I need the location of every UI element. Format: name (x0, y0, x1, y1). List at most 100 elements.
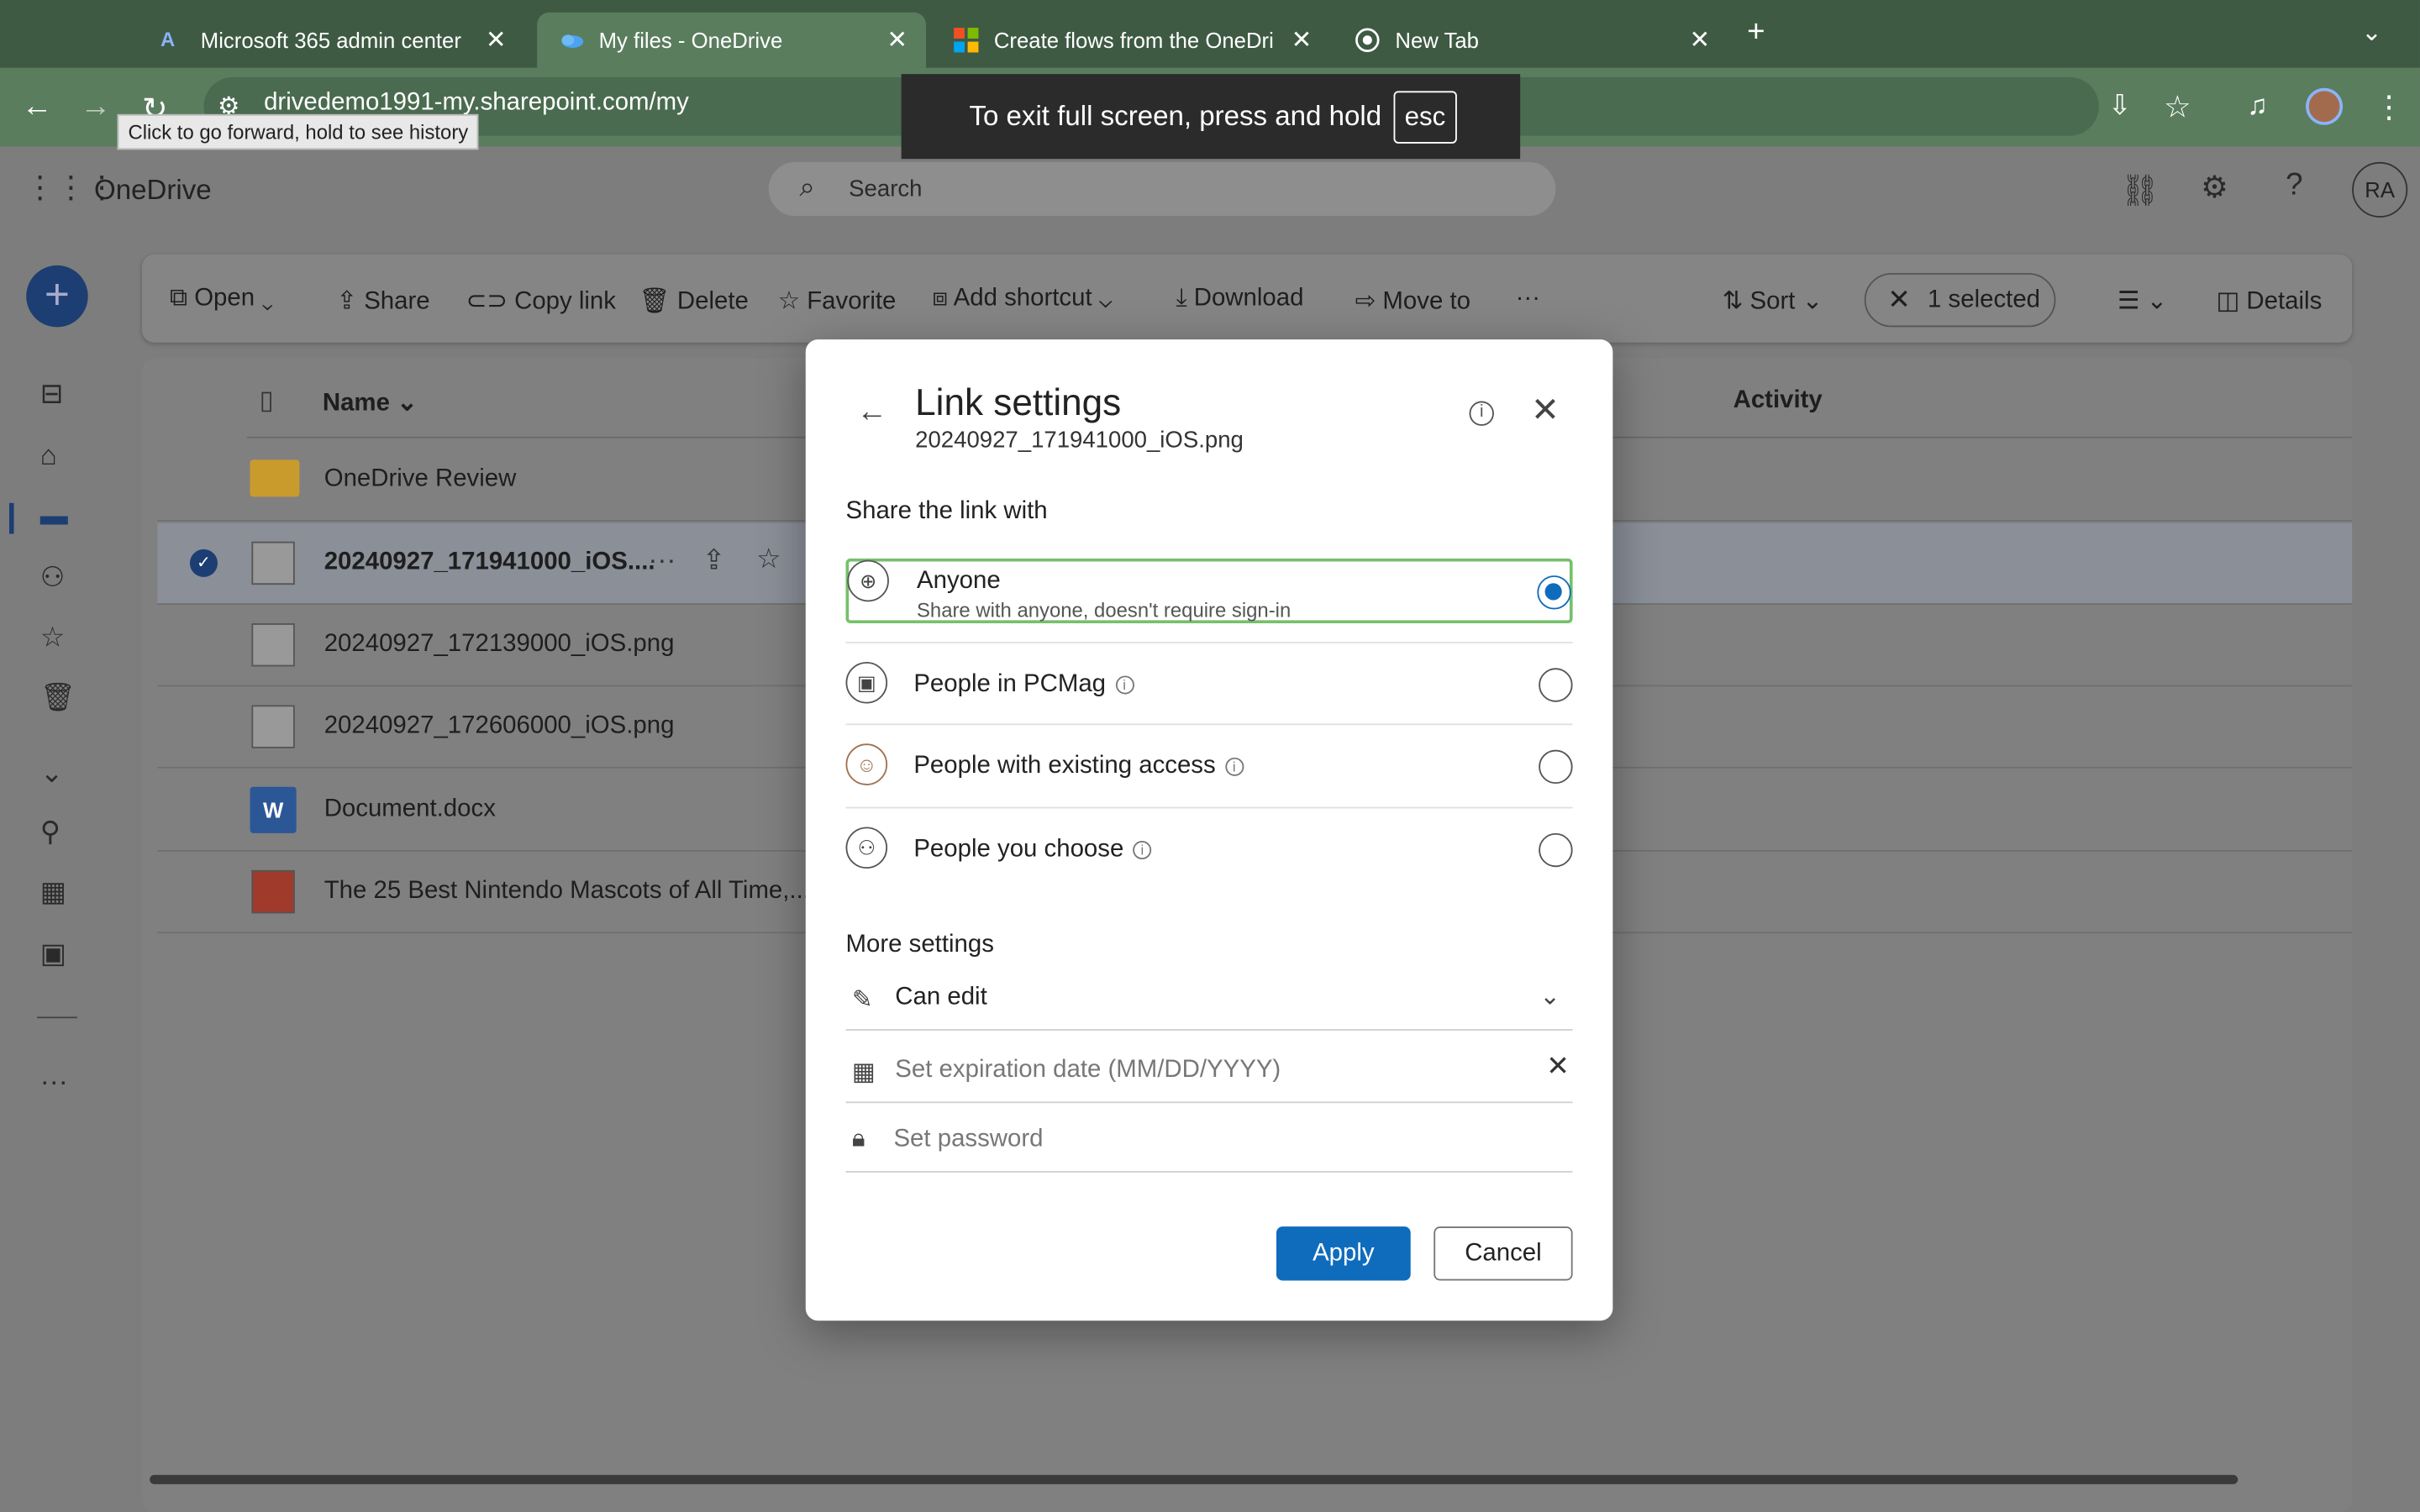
horizontal-scrollbar[interactable] (150, 1474, 2238, 1484)
settings-gear-icon[interactable]: ⚙ (2201, 168, 2228, 207)
option-people-in-org[interactable]: ▣ People in PCMag i (845, 653, 1573, 717)
chrome-menu-icon[interactable]: ⋮ (2374, 88, 2405, 127)
file-name[interactable]: The 25 Best Nintendo Mascots of All Time… (324, 878, 810, 906)
clear-date-icon[interactable]: ✕ (1546, 1051, 1570, 1084)
more-apps-icon[interactable]: ··· (40, 1066, 68, 1099)
share-button[interactable]: ⇪ Share (336, 286, 429, 317)
share-feedback-icon[interactable]: ⛓ (2121, 171, 2160, 210)
view-options-button[interactable]: ☰ ⌄ (2118, 286, 2167, 317)
favorite-button[interactable]: ☆ Favorite (778, 286, 897, 317)
row-share-icon[interactable]: ⇪ (702, 544, 726, 577)
file-name[interactable]: 20240927_171941000_iOS.... (324, 549, 655, 577)
existing-access-radio[interactable] (1539, 749, 1573, 785)
close-icon[interactable]: ✕ (1531, 392, 1560, 426)
url-text[interactable]: drivedemo1991-my.sharepoint.com/my (264, 90, 689, 118)
dialog-filename: 20240927_171941000_iOS.png (915, 427, 1244, 454)
tab-search-chevron-icon[interactable]: ⌄ (2361, 17, 2382, 48)
back-arrow-icon[interactable]: ← (22, 90, 53, 125)
install-app-icon[interactable]: ⇩ (2108, 90, 2132, 123)
image-file-icon (251, 705, 295, 748)
row-favorite-star-icon[interactable]: ☆ (756, 543, 781, 576)
expand-chevron-icon[interactable]: ⌄ (40, 758, 64, 790)
image-file-icon (251, 541, 295, 585)
search-input[interactable]: ⌕ Search (768, 161, 1556, 217)
info-icon[interactable]: i (1469, 401, 1494, 426)
home-icon[interactable]: ⌂ (40, 439, 57, 472)
new-tab-plus-icon[interactable]: + (1747, 15, 1765, 50)
sort-button[interactable]: ⇅ Sort ⌄ (1723, 286, 1823, 317)
people-in-org-radio[interactable] (1539, 668, 1573, 702)
delete-button[interactable]: 🗑 Delete (639, 286, 748, 317)
tab-label: My files - OneDrive (598, 28, 783, 53)
briefcase-icon: ▣ (845, 661, 888, 704)
checkmark-icon[interactable]: ✓ (189, 549, 218, 577)
my-files-folder-icon[interactable]: ▬ (40, 500, 68, 533)
details-button[interactable]: ◫ Details (2217, 286, 2323, 317)
divider (845, 806, 1573, 809)
tab-new-tab[interactable]: New Tab ✕ (1334, 13, 1728, 68)
forward-arrow-icon[interactable]: → (81, 90, 112, 125)
cancel-button[interactable]: Cancel (1434, 1226, 1573, 1281)
file-name[interactable]: 20240927_172139000_iOS.png (324, 631, 675, 659)
password-placeholder: Set password (893, 1126, 1044, 1153)
shared-people-icon[interactable]: ⚇ (40, 562, 66, 595)
password-field[interactable]: 🔒︎ Set password (845, 1110, 1573, 1173)
people-you-choose-radio[interactable] (1539, 832, 1573, 868)
row-more-icon[interactable]: ··· (648, 544, 676, 577)
back-arrow-icon[interactable]: ← (856, 395, 887, 430)
option-label: People you choose i (913, 836, 1152, 864)
recycle-bin-icon[interactable]: 🗑 (40, 682, 76, 715)
file-name[interactable]: Document.docx (324, 796, 496, 824)
search-placeholder: Search (849, 176, 923, 202)
favorites-star-icon[interactable]: ☆ (40, 622, 66, 654)
share-with-heading: Share the link with (845, 498, 1048, 525)
activity-column-header[interactable]: Activity (1733, 387, 1823, 415)
apply-button[interactable]: Apply (1276, 1226, 1411, 1281)
option-anyone[interactable]: ⊕ Anyone Share with anyone, doesn't requ… (845, 558, 1573, 624)
calendar-icon[interactable]: ▦ (40, 876, 66, 909)
rail-docs-icon[interactable]: ⊟ (40, 378, 64, 411)
user-avatar[interactable]: RA (2352, 161, 2408, 218)
close-tab-icon[interactable]: ✕ (886, 24, 908, 55)
move-to-button[interactable]: ⇨ Move to (1355, 286, 1470, 317)
name-column-header[interactable]: Name ⌄ (323, 387, 418, 418)
selected-count: 1 selected (1928, 286, 2041, 313)
option-existing-access[interactable]: ☺ People with existing access i (845, 734, 1573, 799)
bookmark-star-icon[interactable]: ☆ (2164, 88, 2191, 127)
tab-onedrive[interactable]: My files - OneDrive ✕ (537, 12, 927, 68)
download-button[interactable]: ⤓ Download (1176, 286, 1304, 313)
chrome-icon (1355, 28, 1380, 52)
tab-admin-center[interactable]: A Microsoft 365 admin center ✕ (139, 13, 524, 68)
info-icon: i (1224, 757, 1244, 776)
rail-divider (37, 1016, 77, 1019)
open-button[interactable]: ⧉ Open ⌄ (170, 286, 273, 313)
person-add-icon: ⚇ (845, 827, 888, 869)
expiration-date-field[interactable]: ▦ Set expiration date (MM/DD/YYYY) ✕ (845, 1042, 1573, 1104)
add-shortcut-button[interactable]: ⧈ Add shortcut ⌄ (932, 286, 1112, 313)
close-tab-icon[interactable]: ✕ (1292, 24, 1313, 55)
people-icon[interactable]: ⚲ (40, 816, 60, 849)
create-new-button[interactable]: + (26, 265, 88, 328)
globe-icon: ⊕ (847, 559, 889, 602)
pdf-file-icon (251, 869, 295, 914)
copy-link-button[interactable]: ⊂⊃ Copy link (466, 286, 616, 317)
dialog-title: Link settings (915, 382, 1122, 425)
permission-dropdown[interactable]: ✎ Can edit ⌄ (845, 969, 1573, 1031)
file-name[interactable]: OneDrive Review (324, 466, 517, 494)
media-control-icon[interactable]: ♫ (2247, 90, 2268, 123)
file-name[interactable]: 20240927_172606000_iOS.png (324, 713, 675, 741)
more-actions-button[interactable]: ··· (1516, 286, 1540, 313)
microsoft-logo-icon (954, 28, 979, 53)
close-tab-icon[interactable]: ✕ (486, 24, 507, 55)
clear-selection-icon[interactable]: ✕ (1887, 284, 1911, 317)
tab-label: Create flows from the OneDri (993, 28, 1274, 53)
photos-icon[interactable]: ▣ (40, 938, 66, 971)
selection-indicator[interactable]: ✕ 1 selected (1864, 273, 2056, 328)
tab-flows[interactable]: Create flows from the OneDri ✕ (932, 13, 1330, 68)
app-name[interactable]: OneDrive (94, 175, 212, 207)
anyone-radio[interactable] (1537, 575, 1571, 610)
option-people-you-choose[interactable]: ⚇ People you choose i (845, 817, 1573, 882)
profile-avatar[interactable] (2306, 87, 2344, 125)
help-icon[interactable]: ? (2286, 168, 2302, 203)
close-tab-icon[interactable]: ✕ (1689, 24, 1710, 55)
